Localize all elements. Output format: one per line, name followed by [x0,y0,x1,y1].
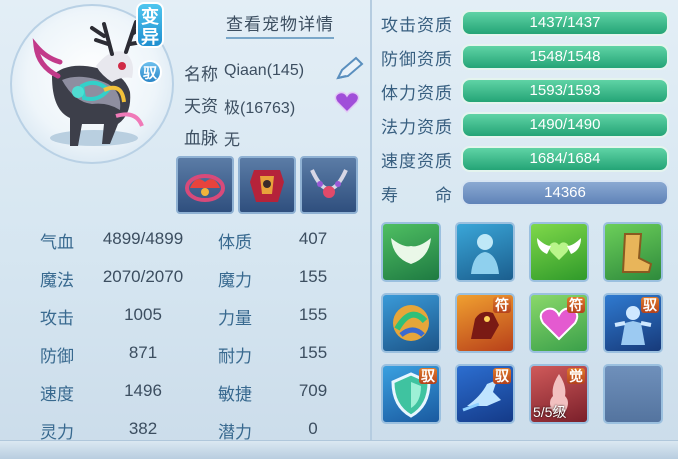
blood-value: 无 [224,132,241,149]
wings-skill-icon [391,238,431,264]
skill-slot-11[interactable]: 觉 5/5级 [529,364,589,424]
skill-slot-6[interactable]: 符 [455,293,515,353]
skill-slot-8[interactable]: 驭 [603,293,663,353]
skill-badge: 驭 [641,297,659,313]
aptitude-value: 14366 [544,184,586,201]
stat-label: 速度 [40,385,74,404]
stat-value: 407 [298,229,328,248]
aptitude-row-speed: 速度资质 1684/1684 [373,143,678,173]
aptitude-value: 1593/1593 [529,82,601,99]
stat-label: 体质 [218,233,252,252]
stat-value: 155 [298,343,328,362]
empty-skill-slot[interactable] [603,364,663,424]
view-pet-details-link[interactable]: 查看宠物详情 [226,10,334,39]
stat-label: 攻击 [40,309,74,328]
skill-slot-5[interactable] [381,293,441,353]
skill-slot-4[interactable] [603,222,663,282]
stat-label: 防御 [40,347,74,366]
stat-row: 攻击 1005 力量 155 [8,298,366,336]
stat-label: 敏捷 [218,385,252,404]
skill-badge: 驭 [419,368,437,384]
skill-badge: 符 [493,297,511,313]
aptitude-value: 1684/1684 [529,150,601,167]
aptitude-row-attack: 攻击资质 1437/1437 [373,7,678,37]
pet-detail-panel: 变异 驭 查看宠物详情 名称 Qiaan(145) 天资 极(16763) 血脉… [0,0,678,459]
wing-collar-icon [185,174,225,202]
red-armor-icon [250,170,284,202]
skill-slot-1[interactable] [381,222,441,282]
stat-label: 力量 [218,309,252,328]
skill-level: 5/5级 [533,404,567,420]
necklace-icon [310,169,348,198]
edit-name-icon[interactable] [334,56,364,87]
aptitude-value: 1437/1437 [529,14,601,31]
aptitude-bar: 1437/1437 [461,10,669,36]
bottom-decoration-bar [0,440,678,459]
skill-slot-2[interactable] [455,222,515,282]
aptitude-and-skills-area: 攻击资质 1437/1437 防御资质 1548/1548 体力资质 1593/… [373,0,678,440]
name-value: Qiaan(145) [224,62,305,79]
pet-stats-table: 气血 4899/4899 体质 407 魔法 2070/2070 魔力 155 … [8,222,366,450]
skill-slot-3[interactable] [529,222,589,282]
stat-value: 2070/2070 [102,267,184,286]
stat-row: 气血 4899/4899 体质 407 [8,222,366,260]
stat-value: 871 [128,343,158,362]
skill-slot-9[interactable]: 驭 [381,364,441,424]
aptitude-label: 攻击资质 [381,16,453,35]
aptitude-row-stamina: 体力资质 1593/1593 [373,75,678,105]
stat-row: 防御 871 耐力 155 [8,336,366,374]
mutation-tag: 变异 [136,2,164,48]
stat-row: 速度 1496 敏捷 709 [8,374,366,412]
stat-value: 1496 [124,381,162,400]
talent-label: 天资 [184,97,218,116]
aptitude-label: 寿 命 [381,186,453,205]
aptitude-bar: 1684/1684 [461,146,669,172]
stat-value: 382 [128,419,158,438]
talent-value: 极(16763) [224,100,296,117]
skill-slot-10[interactable]: 驭 [455,364,515,424]
spirit-figure-skill-icon [471,234,499,274]
column-divider [370,0,372,440]
name-label: 名称 [184,65,218,84]
heart-wings-skill-icon [537,238,581,260]
equip-slot-2[interactable] [238,156,296,214]
blood-label: 血脉 [184,129,218,148]
stat-row: 魔法 2070/2070 魔力 155 [8,260,366,298]
aptitude-bar: 1548/1548 [461,44,669,70]
purple-heart-icon [334,90,360,119]
stat-value: 1005 [124,305,162,324]
boot-skill-icon [621,233,653,273]
stat-label: 气血 [40,233,74,252]
aptitude-row-lifespan: 寿 命 14366 [373,177,678,207]
tame-tag: 驭 [138,60,162,84]
stat-value: 155 [298,267,328,286]
equip-slot-3[interactable] [300,156,358,214]
stat-value: 4899/4899 [102,229,184,248]
stat-value: 0 [308,419,318,438]
stat-label: 魔法 [40,271,74,290]
equip-slot-1[interactable] [176,156,234,214]
aptitude-label: 法力资质 [381,118,453,137]
skill-badge: 驭 [493,368,511,384]
aptitude-label: 体力资质 [381,84,453,103]
aptitude-label: 速度资质 [381,152,453,171]
stat-value: 709 [298,381,328,400]
aptitude-bar: 14366 [461,180,669,206]
aptitude-value: 1548/1548 [529,48,601,65]
skill-badge: 符 [567,297,585,313]
aptitude-bar: 1593/1593 [461,78,669,104]
aptitude-label: 防御资质 [381,50,453,69]
aptitude-row-magic: 法力资质 1490/1490 [373,109,678,139]
skill-badge: 觉 [567,368,585,384]
aptitude-bar: 1490/1490 [461,112,669,138]
stat-label: 魔力 [218,271,252,290]
aptitude-value: 1490/1490 [529,116,601,133]
skill-slot-7[interactable]: 符 [529,293,589,353]
swirl-skill-icon [393,305,429,341]
stat-value: 155 [298,305,328,324]
aptitude-row-defense: 防御资质 1548/1548 [373,41,678,71]
stat-label: 耐力 [218,347,252,366]
